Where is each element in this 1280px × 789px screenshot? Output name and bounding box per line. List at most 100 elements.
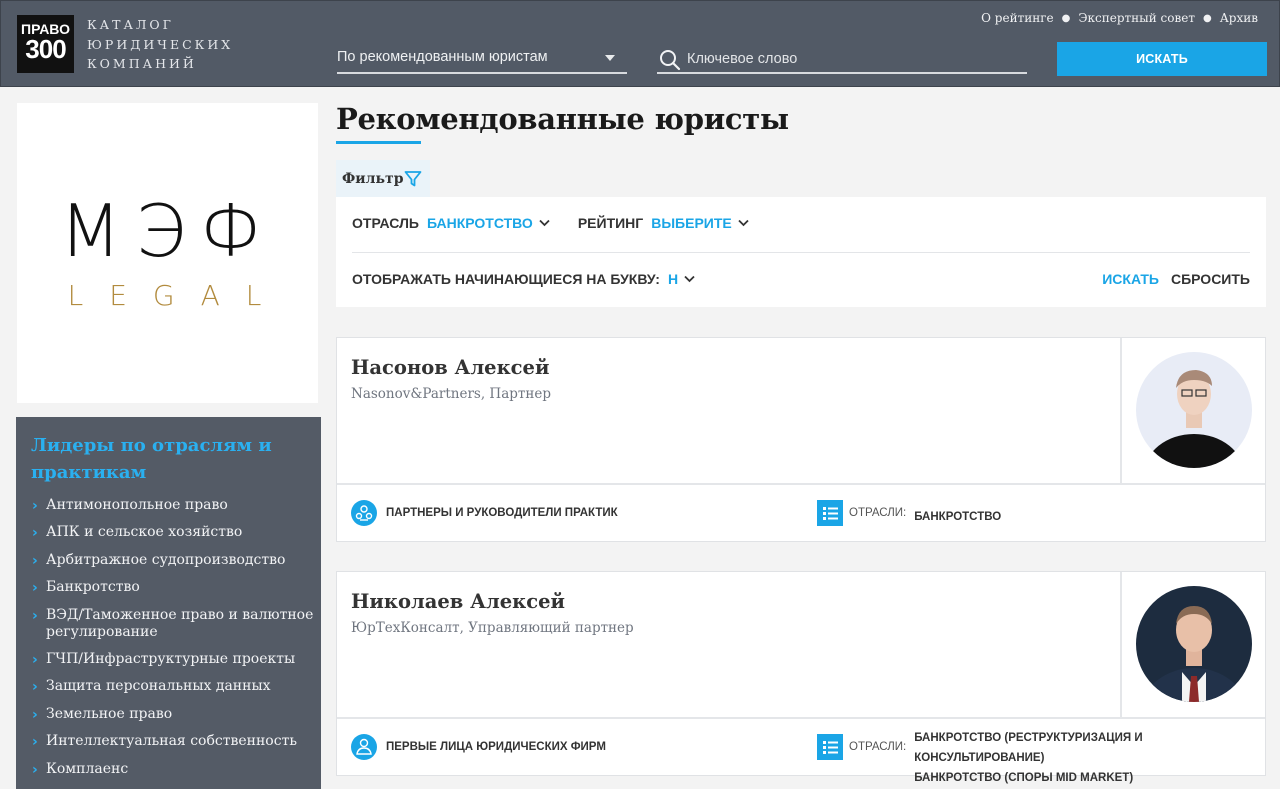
leaders-panel: Лидеры по отраслям и практикам › Антимоно…	[16, 417, 321, 789]
catalog-line: КАТАЛОГ	[87, 17, 174, 32]
title-underline	[336, 141, 421, 144]
practice-label: Земельное право	[46, 705, 173, 722]
practice-item[interactable]: › Защита персональных данных	[30, 678, 320, 695]
pravo300-logo[interactable]: ПРАВО 300	[17, 15, 74, 73]
lawyer-photo[interactable]	[1136, 352, 1252, 468]
lawyer-photo[interactable]	[1136, 586, 1252, 702]
page-title: Рекомендованные юристы	[336, 102, 789, 136]
chevron-right-icon: ›	[32, 761, 38, 778]
header-search-button[interactable]: ИСКАТЬ	[1057, 42, 1267, 76]
chevron-right-icon: ›	[32, 734, 38, 751]
lawyer-position: ЮрТехКонсалт, Управляющий партнер	[351, 620, 634, 636]
lawyer-name[interactable]: Николаев Алексей	[351, 590, 565, 613]
catalog-line: КОМПАНИЙ	[87, 56, 197, 71]
practice-label: АПК и сельское хозяйство	[46, 524, 243, 541]
industries-values: БАНКРОТСТВО	[914, 507, 1001, 527]
nav-link-expert-council[interactable]: Экспертный совет	[1078, 11, 1195, 25]
practice-item[interactable]: › ВЭД/Таможенное право и валютное регулир…	[30, 607, 320, 641]
filter-search-button[interactable]: ИСКАТЬ	[1102, 271, 1159, 287]
person-icon	[351, 734, 377, 760]
top-nav: О рейтинге ● Экспертный совет ● Архив	[981, 11, 1258, 25]
filter-divider	[352, 252, 1250, 253]
funnel-icon	[404, 171, 422, 187]
caret-down-icon	[605, 55, 615, 61]
chevron-right-icon: ›	[32, 607, 38, 624]
practice-label: ВЭД/Таможенное право и валютное регулиро…	[46, 606, 314, 640]
practice-label: Интеллектуальная собственность	[46, 733, 297, 750]
catalog-line: ЮРИДИЧЕСКИХ	[87, 36, 234, 52]
nav-link-archive[interactable]: Архив	[1220, 11, 1258, 25]
chevron-right-icon: ›	[32, 498, 38, 514]
search-icon	[660, 50, 681, 71]
industry-value: БАНКРОТСТВО	[914, 511, 1002, 523]
practice-label: Арбитражное судопроизводство	[46, 551, 286, 568]
practice-item[interactable]: › Антимонопольное право	[30, 497, 320, 514]
chevron-right-icon: ›	[32, 525, 38, 542]
industries-label: ОТРАСЛИ:	[849, 741, 907, 753]
brand-logo-text: МЭФ	[59, 189, 276, 273]
practice-label: Банкротство	[46, 579, 140, 596]
card-footer: ПАРТНЕРЫ И РУКОВОДИТЕЛИ ПРАКТИК ОТРАСЛИ:…	[337, 483, 1265, 542]
filter-row-main: ОТРАСЛЬ БАНКРОТСТВО РЕЙТИНГ ВЫБЕРИТЕ	[352, 215, 749, 231]
chevron-down-icon[interactable]	[738, 219, 749, 227]
lawyer-name[interactable]: Насонов Алексей	[351, 356, 549, 379]
chevron-right-icon: ›	[32, 706, 38, 723]
brand-logo-subtext: LEGAL	[67, 279, 288, 312]
practice-label: Защита персональных данных	[46, 678, 271, 695]
sponsor-banner[interactable]: МЭФ LEGAL	[17, 103, 318, 403]
lawyer-industries: ОТРАСЛИ: БАНКРОТСТВО (РЕСТРУКТУРИЗАЦИЯ И…	[817, 728, 1265, 788]
category-label: ПЕРВЫЕ ЛИЦА ЮРИДИЧЕСКИХ ФИРМ	[386, 741, 606, 753]
rating-filter-value[interactable]: ВЫБЕРИТЕ	[651, 215, 732, 231]
practice-item[interactable]: › Комплаенс	[30, 761, 320, 778]
letter-filter-value[interactable]: Н	[668, 271, 678, 287]
lawyer-category: ПЕРВЫЕ ЛИЦА ЮРИДИЧЕСКИХ ФИРМ	[351, 734, 606, 760]
filter-toggle[interactable]: Фильтр	[336, 160, 430, 198]
leaders-title: Лидеры по отраслям и практикам	[31, 435, 272, 483]
industry-value: БАНКРОТСТВО (РЕСТРУКТУРИЗАЦИЯ И КОНСУЛЬТ…	[914, 732, 1143, 764]
lawyer-card[interactable]: Николаев Алексей ЮрТехКонсалт, Управляющ…	[336, 571, 1266, 784]
industry-filter-label: ОТРАСЛЬ	[352, 215, 419, 231]
filter-panel: ОТРАСЛЬ БАНКРОТСТВО РЕЙТИНГ ВЫБЕРИТЕ ОТО…	[336, 197, 1266, 307]
lawyer-position: Nasonov&Partners, Партнер	[351, 386, 551, 402]
lawyer-card[interactable]: Насонов Алексей Nasonov&Partners, Партне…	[336, 337, 1266, 542]
list-icon	[817, 500, 843, 526]
practice-list: › Антимонопольное право › АПК и сельское х…	[30, 497, 320, 788]
keyword-search[interactable]	[657, 43, 1027, 74]
lawyer-category: ПАРТНЕРЫ И РУКОВОДИТЕЛИ ПРАКТИК	[351, 500, 618, 526]
industries-label: ОТРАСЛИ:	[849, 507, 907, 519]
catalog-type-select[interactable]: По рекомендованным юристам	[337, 43, 627, 74]
card-footer: ПЕРВЫЕ ЛИЦА ЮРИДИЧЕСКИХ ФИРМ ОТРАСЛИ: БА…	[337, 717, 1265, 784]
industry-filter-value[interactable]: БАНКРОТСТВО	[427, 215, 533, 231]
practice-item[interactable]: › Арбитражное судопроизводство	[30, 552, 320, 569]
practice-item[interactable]: › Земельное право	[30, 706, 320, 723]
category-label: ПАРТНЕРЫ И РУКОВОДИТЕЛИ ПРАКТИК	[386, 507, 618, 519]
keyword-input[interactable]	[687, 48, 1017, 70]
nav-separator: ●	[1061, 12, 1071, 24]
industries-values: БАНКРОТСТВО (РЕСТРУКТУРИЗАЦИЯ И КОНСУЛЬТ…	[914, 728, 1265, 788]
practice-item[interactable]: › ГЧП/Инфраструктурные проекты	[30, 651, 320, 668]
chevron-down-icon[interactable]	[684, 275, 695, 283]
chevron-right-icon: ›	[32, 679, 38, 696]
chevron-down-icon[interactable]	[539, 219, 550, 227]
group-icon	[351, 500, 377, 526]
logo-text-bottom: 300	[25, 34, 66, 64]
filter-reset-button[interactable]: СБРОСИТЬ	[1171, 271, 1250, 287]
site-header: ПРАВО 300 КАТАЛОГ ЮРИДИЧЕСКИХ КОМПАНИЙ П…	[0, 0, 1280, 87]
practice-item[interactable]: › Банкротство	[30, 579, 320, 596]
rating-filter-label: РЕЙТИНГ	[577, 215, 644, 231]
nav-link-about-rating[interactable]: О рейтинге	[981, 11, 1053, 25]
chevron-right-icon: ›	[32, 552, 38, 569]
practice-item[interactable]: › АПК и сельское хозяйство	[30, 524, 320, 541]
practice-item[interactable]: › Интеллектуальная собственность	[30, 733, 320, 750]
practice-label: Антимонопольное право	[46, 497, 228, 513]
industry-value: БАНКРОТСТВО (СПОРЫ MID MARKET)	[914, 772, 1134, 784]
nav-separator: ●	[1202, 12, 1212, 24]
catalog-type-value: По рекомендованным юристам	[337, 49, 548, 65]
photo-frame	[1120, 338, 1266, 484]
lawyer-industries: ОТРАСЛИ: БАНКРОТСТВО	[817, 500, 1001, 527]
filter-label: Фильтр	[342, 171, 404, 187]
list-icon	[817, 734, 843, 760]
letter-filter-label: ОТОБРАЖАТЬ НАЧИНАЮЩИЕСЯ НА БУКВУ:	[352, 271, 660, 287]
filter-actions: ИСКАТЬ СБРОСИТЬ	[1102, 271, 1250, 287]
chevron-right-icon: ›	[32, 651, 38, 668]
